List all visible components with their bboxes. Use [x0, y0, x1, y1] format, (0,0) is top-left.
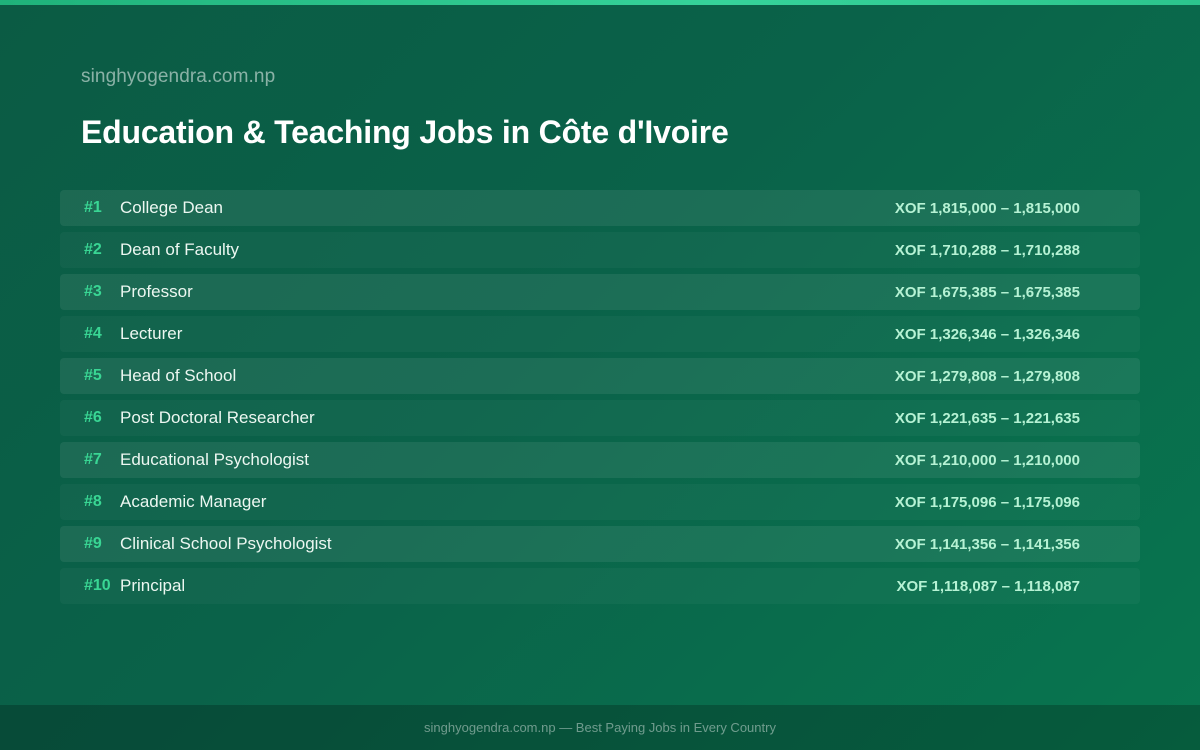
job-row: #3 Professor XOF 1,675,385 – 1,675,385 — [60, 274, 1140, 310]
job-salary: XOF 1,815,000 – 1,815,000 — [894, 199, 1080, 217]
job-rank: #7 — [84, 451, 102, 468]
job-row: #10 Principal XOF 1,118,087 – 1,118,087 — [60, 568, 1140, 604]
job-title: Principal — [120, 576, 186, 595]
job-salary: XOF 1,175,096 – 1,175,096 — [894, 493, 1080, 511]
job-title: Dean of Faculty — [120, 240, 240, 259]
job-salary: XOF 1,675,385 – 1,675,385 — [894, 283, 1080, 301]
job-title: Professor — [120, 282, 193, 301]
job-salary: XOF 1,210,000 – 1,210,000 — [894, 451, 1080, 469]
job-rank: #10 — [84, 577, 111, 594]
job-rank: #3 — [84, 283, 102, 300]
job-title: Educational Psychologist — [120, 450, 310, 469]
job-rank: #2 — [84, 241, 102, 258]
job-rank: #5 — [84, 367, 102, 384]
job-salary: XOF 1,221,635 – 1,221,635 — [894, 409, 1080, 427]
job-rank: #6 — [84, 409, 102, 426]
job-salary: XOF 1,141,356 – 1,141,356 — [894, 535, 1080, 553]
top-accent-bar — [0, 0, 1200, 5]
job-row: #4 Lecturer XOF 1,326,346 – 1,326,346 — [60, 316, 1140, 352]
footer-bar: singhyogendra.com.np — Best Paying Jobs … — [0, 705, 1200, 750]
footer-text: singhyogendra.com.np — Best Paying Jobs … — [424, 720, 776, 735]
job-title: College Dean — [120, 198, 224, 217]
job-row: #8 Academic Manager XOF 1,175,096 – 1,17… — [60, 484, 1140, 520]
job-title: Head of School — [120, 366, 237, 385]
job-rank: #9 — [84, 535, 102, 552]
job-title: Lecturer — [120, 324, 183, 343]
job-row: #9 Clinical School Psychologist XOF 1,14… — [60, 526, 1140, 562]
job-salary: XOF 1,710,288 – 1,710,288 — [894, 241, 1080, 259]
job-row: #6 Post Doctoral Researcher XOF 1,221,63… — [60, 400, 1140, 436]
job-row: #7 Educational Psychologist XOF 1,210,00… — [60, 442, 1140, 478]
job-row: #2 Dean of Faculty XOF 1,710,288 – 1,710… — [60, 232, 1140, 268]
job-rank: #1 — [84, 199, 102, 216]
job-title: Post Doctoral Researcher — [120, 408, 315, 427]
page-title: Education & Teaching Jobs in Côte d'Ivoi… — [81, 114, 729, 150]
job-rank: #4 — [84, 325, 102, 342]
job-salary: XOF 1,326,346 – 1,326,346 — [894, 325, 1080, 343]
job-title: Academic Manager — [120, 492, 267, 511]
job-salary: XOF 1,118,087 – 1,118,087 — [896, 577, 1081, 595]
job-salary: XOF 1,279,808 – 1,279,808 — [894, 367, 1080, 385]
job-rank: #8 — [84, 493, 102, 510]
job-title: Clinical School Psychologist — [120, 534, 332, 553]
site-brand: singhyogendra.com.np — [81, 66, 276, 87]
jobs-list: #1 College Dean XOF 1,815,000 – 1,815,00… — [60, 190, 1140, 610]
job-row: #5 Head of School XOF 1,279,808 – 1,279,… — [60, 358, 1140, 394]
job-row: #1 College Dean XOF 1,815,000 – 1,815,00… — [60, 190, 1140, 226]
